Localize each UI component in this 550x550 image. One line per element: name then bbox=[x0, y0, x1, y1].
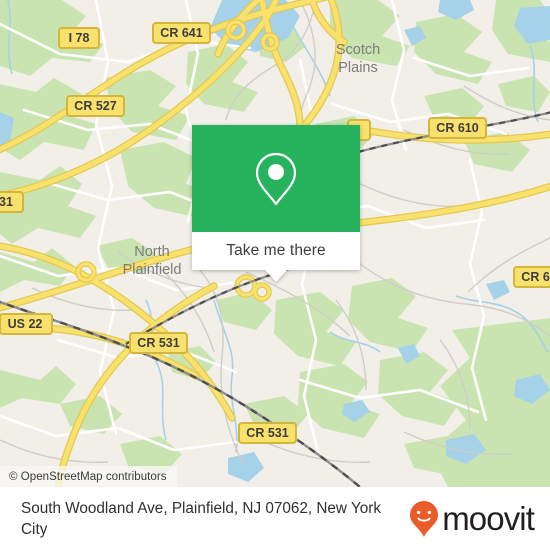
svg-text:I 78: I 78 bbox=[69, 31, 90, 45]
svg-text:CR 527: CR 527 bbox=[74, 99, 116, 113]
map-attribution-text: © OpenStreetMap contributors bbox=[9, 470, 167, 483]
moovit-logo[interactable]: moovit bbox=[409, 500, 550, 538]
address-label: South Woodland Ave, Plainfield, NJ 07062… bbox=[21, 499, 381, 538]
map-attribution[interactable]: © OpenStreetMap contributors bbox=[0, 466, 177, 487]
callout-card-pointer bbox=[265, 270, 287, 282]
moovit-map-screenshot: Scotch Plains North Plainfield I 78 CR 6… bbox=[0, 0, 550, 550]
moovit-wordmark: moovit bbox=[442, 500, 535, 537]
svg-text:US 22: US 22 bbox=[8, 317, 43, 331]
svg-text:CR 531: CR 531 bbox=[246, 426, 288, 440]
road-shield-us22: US 22 bbox=[0, 313, 53, 335]
road-shield-i78: I 78 bbox=[58, 27, 100, 49]
svg-text:CR 641: CR 641 bbox=[160, 26, 202, 40]
road-shield-cr531-bottom: CR 531 bbox=[238, 422, 297, 444]
svg-text:CR 610: CR 610 bbox=[436, 121, 478, 135]
road-shield-31-partial: 31 bbox=[0, 191, 24, 213]
svg-text:CR 531: CR 531 bbox=[137, 336, 179, 350]
road-shield-cr531-mid: CR 531 bbox=[129, 332, 188, 354]
svg-text:CR 655: CR 655 bbox=[521, 270, 550, 284]
road-shield-cr655-partial: CR 655 bbox=[513, 266, 550, 288]
destination-callout-card[interactable]: Take me there bbox=[192, 125, 360, 282]
take-me-there-button[interactable]: Take me there bbox=[192, 232, 360, 270]
moovit-pin-icon bbox=[410, 500, 439, 537]
location-pin-icon bbox=[255, 152, 297, 205]
page-footer: South Woodland Ave, Plainfield, NJ 07062… bbox=[0, 487, 550, 550]
take-me-there-label: Take me there bbox=[226, 242, 326, 259]
callout-card-header bbox=[192, 125, 360, 232]
road-shield-cr641: CR 641 bbox=[152, 22, 211, 44]
svg-text:31: 31 bbox=[0, 195, 13, 209]
road-shield-cr610: CR 610 bbox=[428, 117, 487, 139]
road-shield-cr527: CR 527 bbox=[66, 95, 125, 117]
